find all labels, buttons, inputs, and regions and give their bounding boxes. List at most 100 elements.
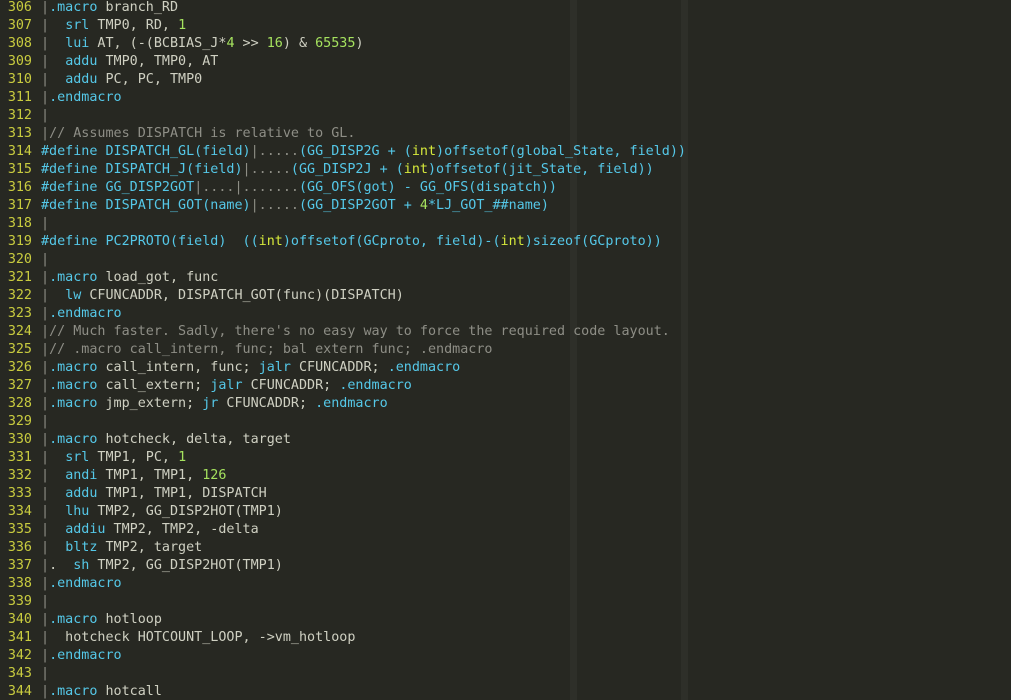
code-line[interactable]: 315 #define DISPATCH_J(field)|.....(GG_DI… xyxy=(0,161,654,179)
code-token: *LJ_GOT_##name) xyxy=(427,198,549,213)
code-line[interactable]: 313 |// Assumes DISPATCH is relative to G… xyxy=(0,125,356,143)
code-token: | xyxy=(41,270,50,285)
code-token: .endmacro xyxy=(339,378,412,393)
code-token: .endmacro xyxy=(49,90,122,105)
code-line[interactable]: 329 | xyxy=(0,413,49,431)
code-line[interactable]: 333 | addu TMP1, TMP1, DISPATCH xyxy=(0,485,267,503)
code-token: .macro xyxy=(49,0,98,15)
code-line[interactable]: 325 |// .macro call_intern, func; bal ext… xyxy=(0,341,493,359)
code-token: // Much faster. Sadly, there's no easy w… xyxy=(49,324,670,339)
code-token: .macro xyxy=(49,270,98,285)
line-code: |.macro hotloop xyxy=(41,612,162,627)
code-line[interactable]: 331 | srl TMP1, PC, 1 xyxy=(0,449,186,467)
code-line[interactable]: 340 |.macro hotloop xyxy=(0,611,162,629)
code-editor[interactable]: 306 |.macro branch_RD 307 | srl TMP0, RD, 1… xyxy=(0,0,1011,700)
line-number: 327 xyxy=(7,378,32,393)
code-token: bltz xyxy=(65,540,98,555)
code-line[interactable]: 317 #define DISPATCH_GOT(name)|.....(GG_D… xyxy=(0,197,549,215)
code-line[interactable]: 308 | lui AT, (-(BCBIAS_J*4 >> 16) & 6553… xyxy=(0,35,364,53)
code-token: addu xyxy=(65,72,98,87)
code-line[interactable]: 341 | hotcheck HOTCOUNT_LOOP, ->vm_hotloo… xyxy=(0,629,356,647)
code-token: (GG_DISP2GOT + xyxy=(298,198,420,213)
line-code: |.macro load_got, func xyxy=(41,270,218,285)
code-line[interactable]: 321 |.macro load_got, func xyxy=(0,269,219,287)
code-token: lw xyxy=(65,288,82,303)
code-token: )sizeof(GCproto)) xyxy=(524,234,662,249)
code-line[interactable]: 330 |.macro hotcheck, delta, target xyxy=(0,431,291,449)
code-line[interactable]: 320 | xyxy=(0,251,49,269)
line-code: | lhu TMP2, GG_DISP2HOT(TMP1) xyxy=(41,504,283,519)
code-token: TMP1, PC, xyxy=(89,450,179,465)
code-token: .macro xyxy=(49,684,98,699)
code-line[interactable]: 327 |.macro call_extern; jalr CFUNCADDR; … xyxy=(0,377,412,395)
code-token: | xyxy=(41,576,50,591)
code-token: .endmacro xyxy=(315,396,388,411)
code-token: | xyxy=(41,288,50,303)
line-code: |.macro hotcall xyxy=(41,684,162,699)
line-code: |.endmacro xyxy=(41,306,122,321)
code-line[interactable]: 339 | xyxy=(0,593,49,611)
code-line[interactable]: 326 |.macro call_intern, func; jalr CFUNC… xyxy=(0,359,460,377)
code-token: #define DISPATCH_GOT(name) xyxy=(41,198,251,213)
code-token: | xyxy=(41,252,50,267)
line-code: |. sh TMP2, GG_DISP2HOT(TMP1) xyxy=(41,558,283,573)
code-line[interactable]: 319 #define PC2PROTO(field) ((int)offseto… xyxy=(0,233,662,251)
line-code: | andi TMP1, TMP1, 126 xyxy=(41,468,226,483)
line-code: | addu PC, PC, TMP0 xyxy=(41,72,202,87)
code-line[interactable]: 323 |.endmacro xyxy=(0,305,122,323)
code-token: )offsetof(GCproto, field)-( xyxy=(282,234,501,249)
code-token: hotcheck HOTCOUNT_LOOP, ->vm_hotloop xyxy=(49,630,356,645)
line-code: |// Assumes DISPATCH is relative to GL. xyxy=(41,126,355,141)
line-number: 342 xyxy=(7,648,32,663)
code-token: call_extern; xyxy=(97,378,211,393)
code-line[interactable]: 328 |.macro jmp_extern; jr CFUNCADDR; .en… xyxy=(0,395,388,413)
line-number: 337 xyxy=(7,558,32,573)
code-line[interactable]: 324 |// Much faster. Sadly, there's no ea… xyxy=(0,323,670,341)
code-line[interactable]: 338 |.endmacro xyxy=(0,575,122,593)
code-line[interactable]: 316 #define GG_DISP2GOT|....|.......(GG_O… xyxy=(0,179,557,197)
code-token: | xyxy=(41,72,50,87)
code-line[interactable]: 342 |.endmacro xyxy=(0,647,122,665)
line-code: | srl TMP1, PC, 1 xyxy=(41,450,186,465)
code-token: TMP2, TMP2, -delta xyxy=(105,522,259,537)
line-number: 331 xyxy=(7,450,32,465)
code-token: 126 xyxy=(202,468,227,483)
line-code: |.endmacro xyxy=(41,576,122,591)
code-line[interactable]: 314 #define DISPATCH_GL(field)|.....(GG_D… xyxy=(0,143,686,161)
code-line[interactable]: 336 | bltz TMP2, target xyxy=(0,539,202,557)
code-line[interactable]: 335 | addiu TMP2, TMP2, -delta xyxy=(0,521,259,539)
code-token: 1 xyxy=(178,18,187,33)
code-line[interactable]: 312 | xyxy=(0,107,49,125)
code-token: sh xyxy=(73,558,90,573)
code-line[interactable]: 310 | addu PC, PC, TMP0 xyxy=(0,71,202,89)
code-token: | xyxy=(41,666,50,681)
code-token: . xyxy=(49,558,74,573)
code-token: TMP2, GG_DISP2HOT(TMP1) xyxy=(89,504,283,519)
code-line[interactable]: 337 |. sh TMP2, GG_DISP2HOT(TMP1) xyxy=(0,557,283,575)
line-code: | xyxy=(41,414,49,429)
code-line[interactable]: 306 |.macro branch_RD xyxy=(0,0,178,17)
code-line[interactable]: 318 | xyxy=(0,215,49,233)
code-token: | xyxy=(41,108,50,123)
code-line[interactable]: 322 | lw CFUNCADDR, DISPATCH_GOT(func)(DI… xyxy=(0,287,404,305)
code-line[interactable]: 311 |.endmacro xyxy=(0,89,122,107)
code-token: .endmacro xyxy=(387,360,461,375)
code-line[interactable]: 307 | srl TMP0, RD, 1 xyxy=(0,17,186,35)
code-token: | xyxy=(41,0,50,15)
line-code: #define GG_DISP2GOT|....|.......(GG_OFS(… xyxy=(41,180,557,195)
code-token: 1 xyxy=(178,450,187,465)
code-token: |..... xyxy=(250,198,299,213)
code-line[interactable]: 334 | lhu TMP2, GG_DISP2HOT(TMP1) xyxy=(0,503,283,521)
code-line[interactable]: 344 |.macro hotcall xyxy=(0,683,162,700)
line-number: 321 xyxy=(7,270,32,285)
code-token: | xyxy=(41,360,50,375)
code-token: addu xyxy=(65,486,98,501)
code-line[interactable]: 332 | andi TMP1, TMP1, 126 xyxy=(0,467,227,485)
code-token: jalr xyxy=(258,360,291,375)
code-line[interactable]: 343 | xyxy=(0,665,49,683)
code-token: jalr xyxy=(210,378,243,393)
code-line[interactable]: 309 | addu TMP0, TMP0, AT xyxy=(0,53,219,71)
